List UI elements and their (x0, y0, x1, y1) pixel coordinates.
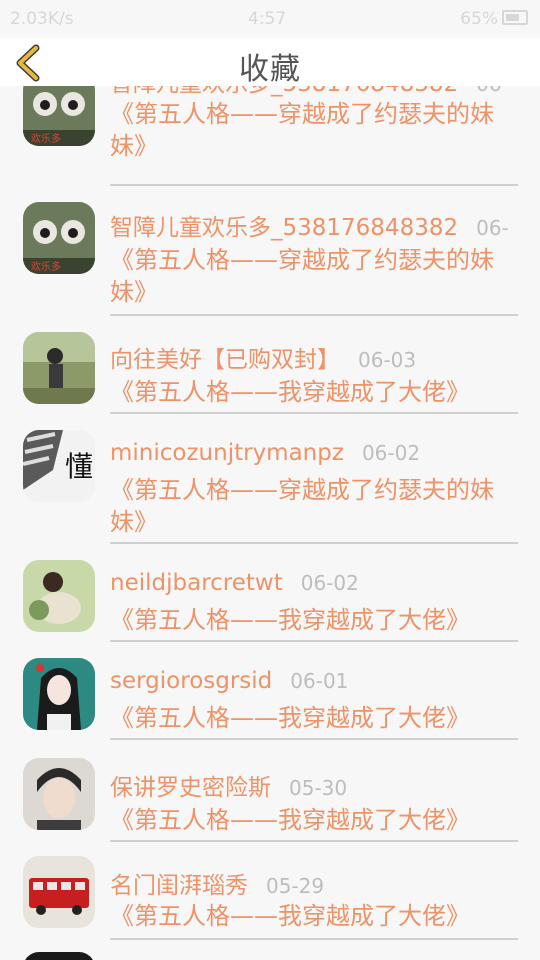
book-title[interactable]: 《第五人格——穿越成了约瑟夫的妹妹》 (110, 98, 520, 162)
header: 收藏 (0, 38, 540, 87)
item-header: minicozunjtrymanpz 06-02 (110, 440, 420, 466)
avatar[interactable]: 欢乐多 (23, 202, 95, 274)
status-bar: 2.03K/s 4:57 65% (0, 0, 540, 38)
divider (110, 938, 518, 940)
divider (110, 840, 518, 842)
battery-percent: 65% (460, 9, 498, 29)
user-name[interactable]: 智障儿童欢乐多_538176848382 (110, 215, 458, 241)
user-name[interactable]: sergiorosgrsid (110, 668, 272, 694)
user-name[interactable]: minicozunjtrymanpz (110, 440, 344, 466)
svg-text:欢乐多: 欢乐多 (31, 260, 61, 273)
svg-text:懂: 懂 (65, 450, 93, 483)
user-name[interactable]: 名门闺湃瑙秀 (110, 873, 248, 899)
svg-text:欢乐多: 欢乐多 (31, 132, 61, 145)
avatar[interactable] (23, 758, 95, 830)
item-header: sergiorosgrsid 06-01 (110, 668, 348, 694)
item-date: 06-01 (290, 669, 349, 693)
battery-icon (502, 10, 528, 25)
avatar[interactable] (23, 856, 95, 928)
avatar[interactable] (23, 332, 95, 404)
book-title[interactable]: 《第五人格——我穿越成了大佬》 (110, 376, 520, 408)
clock: 4:57 (248, 9, 287, 29)
book-title[interactable]: 《第五人格——我穿越成了大佬》 (110, 804, 520, 836)
divider (110, 542, 518, 544)
divider (110, 738, 518, 740)
page-title: 收藏 (239, 52, 301, 87)
battery-indicator: 65% (460, 9, 528, 29)
item-date: 06-02 (361, 441, 421, 465)
network-speed: 2.03K/s (10, 9, 74, 29)
avatar[interactable] (23, 952, 95, 960)
divider (110, 640, 518, 642)
item-date: 05-29 (266, 874, 325, 898)
divider (110, 314, 518, 316)
favorites-list: 欢乐多 智障儿童欢乐多_538176848382 06- 《第五人格——穿越成了约… (0, 86, 540, 960)
avatar[interactable] (23, 560, 95, 632)
item-header: neildjbarcretwt 06-02 (110, 570, 359, 596)
avatar[interactable] (23, 658, 95, 730)
book-title[interactable]: 《第五人格——我穿越成了大佬》 (110, 702, 520, 734)
user-name[interactable]: neildjbarcretwt (110, 570, 283, 596)
user-name[interactable]: 向往美好【已购双封】 (110, 347, 340, 373)
book-title[interactable]: 《第五人格——我穿越成了大佬》 (110, 900, 520, 932)
book-title[interactable]: 《第五人格——穿越成了约瑟夫的妹妹》 (110, 474, 520, 538)
book-title[interactable]: 《第五人格——穿越成了约瑟夫的妹妹》 (110, 244, 520, 308)
avatar[interactable]: 懂 (23, 430, 95, 502)
divider (110, 412, 518, 414)
book-title[interactable]: 《第五人格——我穿越成了大佬》 (110, 604, 520, 636)
item-header: 保讲罗史密险斯 05-30 (110, 768, 347, 802)
item-header: 名门闺湃瑙秀 05-29 (110, 866, 324, 900)
item-date: 06-03 (358, 348, 417, 372)
user-name[interactable]: 保讲罗史密险斯 (110, 775, 271, 801)
item-header: 向往美好【已购双封】 06-03 (110, 340, 416, 374)
item-date: 06-02 (300, 571, 359, 595)
divider (110, 184, 518, 186)
item-header: 智障儿童欢乐多_538176848382 06- (110, 208, 509, 242)
item-date: 05-30 (289, 776, 348, 800)
item-date: 06- (476, 216, 509, 240)
avatar[interactable]: 欢乐多 (23, 86, 95, 146)
